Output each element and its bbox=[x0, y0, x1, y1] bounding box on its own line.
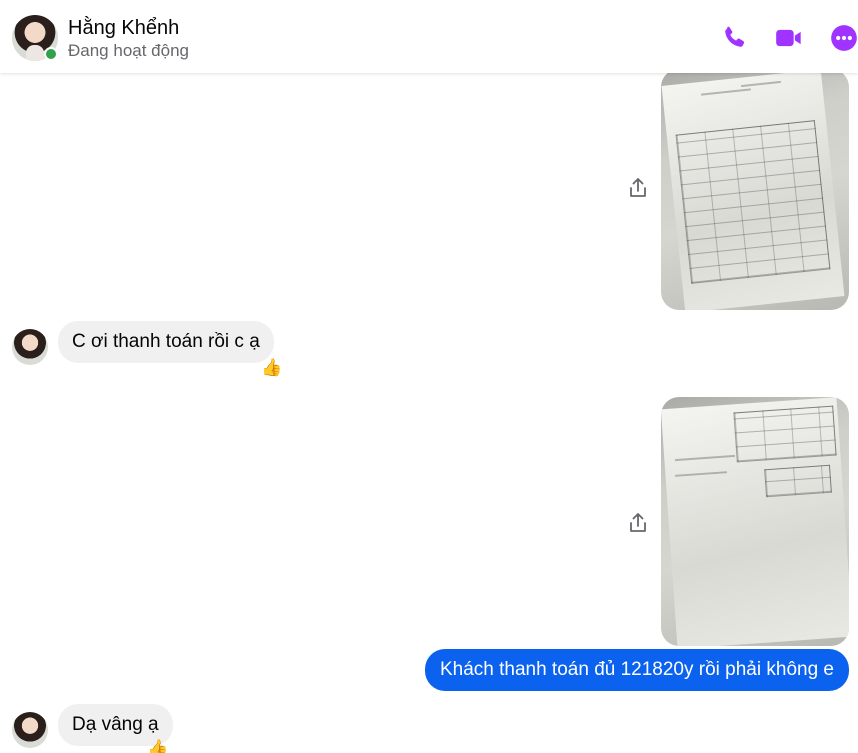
share-icon bbox=[630, 178, 646, 197]
like-reaction[interactable]: 👍 bbox=[147, 739, 168, 753]
incoming-message[interactable]: C ơi thanh toán rồi c ạ bbox=[58, 321, 274, 363]
image-attachment[interactable] bbox=[661, 397, 849, 646]
share-icon bbox=[630, 513, 646, 532]
video-camera-icon bbox=[776, 29, 801, 47]
more-options-icon bbox=[831, 25, 857, 51]
receipt-table bbox=[675, 120, 831, 284]
share-image-button[interactable] bbox=[628, 177, 648, 199]
contact-name[interactable]: Hằng Khểnh bbox=[68, 17, 179, 40]
more-options-button[interactable] bbox=[830, 24, 858, 52]
contact-avatar-small[interactable] bbox=[12, 712, 48, 748]
contact-avatar[interactable] bbox=[12, 15, 58, 61]
share-image-button[interactable] bbox=[628, 512, 648, 534]
phone-icon bbox=[725, 26, 745, 47]
online-status-dot bbox=[44, 47, 58, 61]
contact-avatar-small[interactable] bbox=[12, 329, 48, 365]
voice-call-button[interactable] bbox=[720, 24, 748, 52]
chat-header: Hằng Khểnh Đang hoạt động bbox=[0, 0, 858, 73]
like-reaction[interactable]: 👍 bbox=[261, 358, 282, 378]
outgoing-message[interactable]: Khách thanh toán đủ 121820y rồi phải khô… bbox=[424, 649, 849, 691]
video-call-button[interactable] bbox=[775, 24, 803, 52]
image-attachment[interactable] bbox=[661, 73, 849, 310]
receipt-table bbox=[733, 405, 837, 463]
receipt-totals bbox=[764, 464, 832, 498]
message-list[interactable]: C ơi thanh toán rồi c ạ 👍 Khách thanh to… bbox=[0, 73, 858, 753]
contact-status: Đang hoạt động bbox=[68, 41, 189, 60]
